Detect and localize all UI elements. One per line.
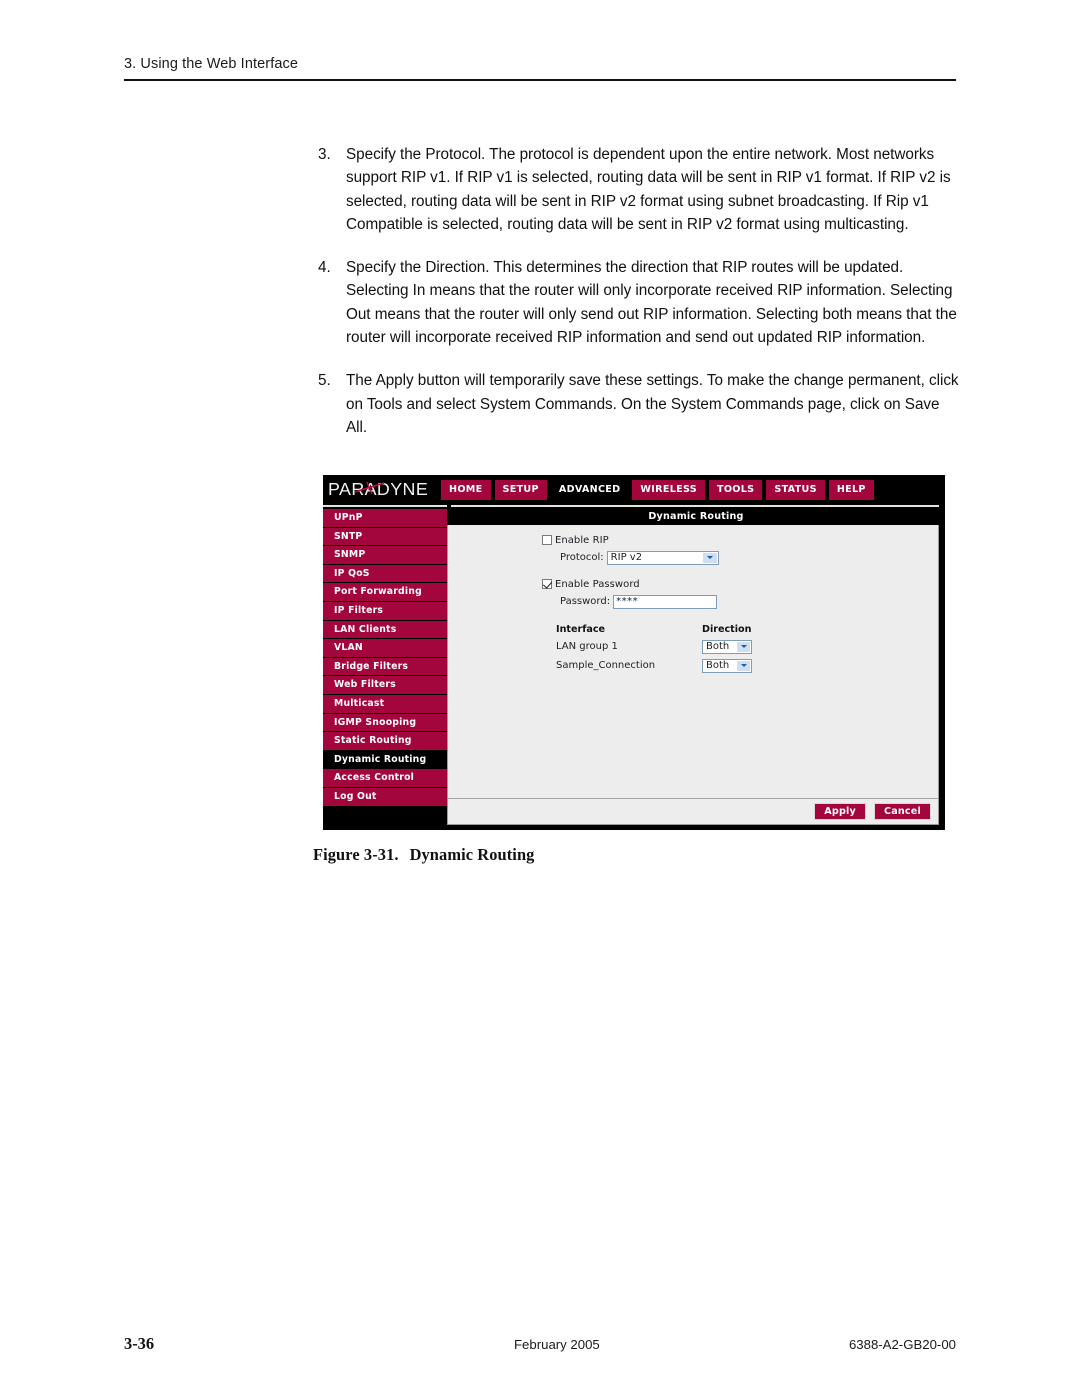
sidebar-item-port-forwarding[interactable]: Port Forwarding xyxy=(323,583,447,602)
footer-date: February 2005 xyxy=(514,1337,600,1352)
router-body: UPnP SNTP SNMP IP QoS Port Forwarding IP… xyxy=(323,508,945,830)
header-divider-right xyxy=(451,505,939,507)
sidebar-item-bridge-filters[interactable]: Bridge Filters xyxy=(323,657,447,677)
direction-cell: Both xyxy=(702,658,800,673)
router-nav-tabs: HOME SETUP ADVANCED WIRELESS TOOLS STATU… xyxy=(441,475,874,505)
protocol-label: Protocol: xyxy=(560,552,604,563)
list-item-number: 5. xyxy=(318,372,331,390)
page-header: 3. Using the Web Interface xyxy=(124,56,956,81)
list-item-number: 3. xyxy=(318,146,331,163)
router-header-bar: PARADYNE HOME SETUP ADVANCED WIRELESS TO… xyxy=(323,475,945,504)
password-input[interactable]: **** xyxy=(613,594,718,609)
chevron-down-icon xyxy=(702,552,717,563)
list-item-text: The Apply button will temporarily save t… xyxy=(346,372,959,436)
enable-password-checkbox[interactable] xyxy=(542,579,552,589)
enable-password-row: Enable Password xyxy=(542,576,938,592)
sidebar-item-log-out[interactable]: Log Out xyxy=(323,787,447,807)
dynamic-routing-form: Enable RIP Protocol: RIP v2 Enable Passw… xyxy=(448,525,938,798)
protocol-select-value: RIP v2 xyxy=(610,552,643,563)
header-divider-left xyxy=(323,505,447,507)
paradyne-logo-text: PARADYNE xyxy=(328,478,429,499)
password-label: Password: xyxy=(560,596,611,607)
interface-name: Sample_Connection xyxy=(556,660,656,671)
password-input-value: **** xyxy=(616,595,639,607)
table-row: Sample_Connection Both xyxy=(556,656,800,675)
list-item: 5. The Apply button will temporarily sav… xyxy=(318,369,963,439)
list-item-number: 4. xyxy=(318,259,331,277)
figure-caption: Figure 3-31. Dynamic Routing xyxy=(313,845,534,865)
figure-caption-title: Dynamic Routing xyxy=(409,845,535,864)
protocol-row: Protocol: RIP v2 xyxy=(542,549,938,566)
nav-tab-advanced[interactable]: ADVANCED xyxy=(550,480,629,500)
sidebar-item-web-filters[interactable]: Web Filters xyxy=(323,676,447,695)
page-number: 3-36 xyxy=(124,1334,155,1353)
list-item: 4. Specify the Direction. This determine… xyxy=(318,256,963,349)
protocol-select[interactable]: RIP v2 xyxy=(606,550,719,565)
chevron-down-icon xyxy=(737,641,750,652)
table-row: LAN group 1 Both xyxy=(556,637,800,656)
sidebar-item-ip-qos[interactable]: IP QoS xyxy=(323,564,447,584)
table-header-row: Interface Direction xyxy=(556,622,800,637)
list-item: 3. Specify the Protocol. The protocol is… xyxy=(318,143,963,236)
direction-select-value: Both xyxy=(706,660,730,671)
nav-tab-home[interactable]: HOME xyxy=(441,480,491,500)
sidebar-item-snmp[interactable]: SNMP xyxy=(323,546,447,565)
page-footer: 3-36 February 2005 6388-A2-GB20-00 xyxy=(124,1334,956,1354)
footer-document-id: 6388-A2-GB20-00 xyxy=(848,1337,956,1352)
direction-select-sample-connection[interactable]: Both xyxy=(702,658,752,673)
column-header-direction: Direction xyxy=(702,624,752,635)
nav-tab-setup[interactable]: SETUP xyxy=(494,480,547,500)
list-item-text: Specify the Protocol. The protocol is de… xyxy=(346,146,951,233)
apply-button[interactable]: Apply xyxy=(814,803,866,820)
sidebar-item-lan-clients[interactable]: LAN Clients xyxy=(323,620,447,640)
router-content-area: Dynamic Routing Enable RIP Protocol: RIP… xyxy=(447,508,945,830)
enable-rip-checkbox[interactable] xyxy=(542,535,552,545)
nav-tab-tools[interactable]: TOOLS xyxy=(708,480,763,500)
sidebar-item-ip-filters[interactable]: IP Filters xyxy=(323,601,447,621)
numbered-step-list: 3. Specify the Protocol. The protocol is… xyxy=(318,143,963,459)
column-header-interface: Interface xyxy=(556,624,606,635)
paradyne-logo: PARADYNE xyxy=(323,475,441,504)
sidebar-item-dynamic-routing[interactable]: Dynamic Routing xyxy=(323,750,447,770)
router-web-ui-screenshot: PARADYNE HOME SETUP ADVANCED WIRELESS TO… xyxy=(323,475,945,830)
nav-tab-help[interactable]: HELP xyxy=(828,480,874,500)
nav-tab-wireless[interactable]: WIRELESS xyxy=(632,480,705,500)
sidebar-item-multicast[interactable]: Multicast xyxy=(323,694,447,714)
dynamic-routing-panel: Enable RIP Protocol: RIP v2 Enable Passw… xyxy=(447,525,939,825)
panel-button-bar: Apply Cancel xyxy=(448,798,938,824)
sidebar-item-vlan[interactable]: VLAN xyxy=(323,639,447,658)
figure-caption-label: Figure 3-31. xyxy=(313,845,399,864)
enable-rip-label: Enable RIP xyxy=(555,534,609,546)
list-item-text: Specify the Direction. This determines t… xyxy=(346,259,957,347)
cancel-button[interactable]: Cancel xyxy=(873,803,931,820)
direction-select-value: Both xyxy=(706,641,730,652)
enable-rip-row: Enable RIP xyxy=(542,532,938,548)
sidebar-item-sntp[interactable]: SNTP xyxy=(323,527,447,547)
direction-select-lan-group-1[interactable]: Both xyxy=(702,639,752,654)
chevron-down-icon xyxy=(737,660,750,671)
sidebar-item-access-control[interactable]: Access Control xyxy=(323,769,447,788)
content-page-title: Dynamic Routing xyxy=(447,508,945,525)
header-rule xyxy=(124,79,956,81)
password-row: Password: **** xyxy=(542,593,938,610)
interface-name: LAN group 1 xyxy=(556,641,618,652)
direction-cell: Both xyxy=(702,639,800,654)
enable-password-label: Enable Password xyxy=(555,578,640,590)
interface-direction-table: Interface Direction LAN group 1 Both Sam… xyxy=(556,622,800,675)
running-head-text: 3. Using the Web Interface xyxy=(124,56,299,72)
router-sidebar-menu: UPnP SNTP SNMP IP QoS Port Forwarding IP… xyxy=(323,508,447,830)
nav-tab-status[interactable]: STATUS xyxy=(766,480,825,500)
sidebar-item-igmp-snooping[interactable]: IGMP Snooping xyxy=(323,713,447,733)
sidebar-item-upnp[interactable]: UPnP xyxy=(323,509,447,528)
sidebar-item-static-routing[interactable]: Static Routing xyxy=(323,732,447,751)
